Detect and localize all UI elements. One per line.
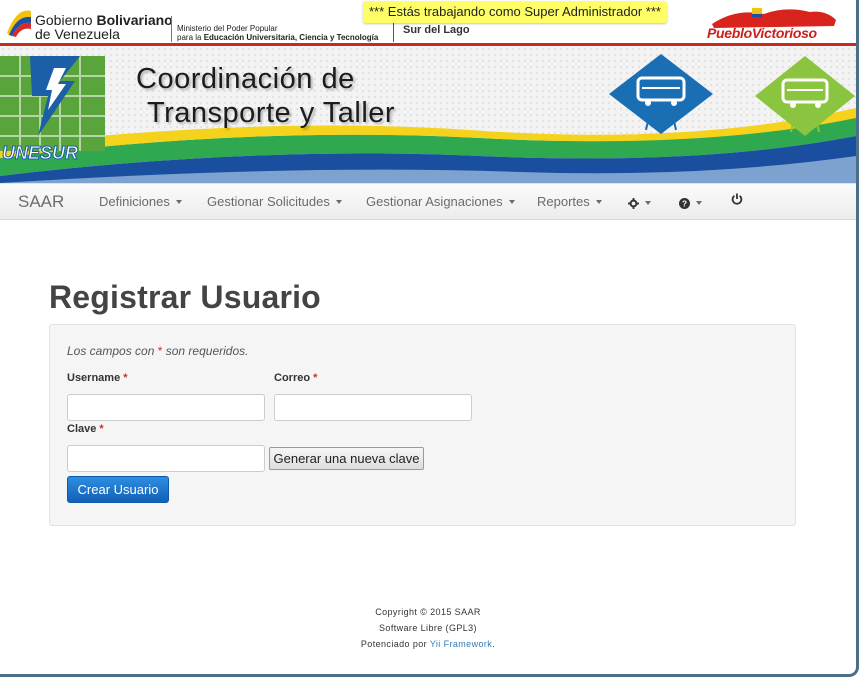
government-name: Gobierno Bolivariano de Venezuela bbox=[35, 12, 173, 42]
venezuela-flag-icon bbox=[7, 10, 31, 37]
nav-definiciones[interactable]: Definiciones bbox=[99, 194, 182, 209]
settings-menu[interactable] bbox=[628, 195, 651, 210]
clave-input[interactable] bbox=[67, 445, 265, 472]
government-header: Gobierno Bolivariano de Venezuela Minist… bbox=[0, 0, 856, 46]
caret-down-icon bbox=[335, 199, 342, 204]
caret-down-icon bbox=[696, 200, 702, 205]
clave-label: Clave * bbox=[67, 423, 104, 435]
banner-title: Coordinación de Transporte y Taller bbox=[136, 63, 396, 129]
header-divider bbox=[171, 16, 172, 42]
username-label: Username * bbox=[67, 372, 128, 384]
correo-input[interactable] bbox=[274, 394, 472, 421]
generate-password-button[interactable]: Generar una nueva clave bbox=[269, 447, 424, 470]
yii-framework-link[interactable]: Yii Framework bbox=[430, 639, 492, 649]
nav-gestionar-asignaciones[interactable]: Gestionar Asignaciones bbox=[366, 194, 515, 209]
unesur-logo-text: UNESUR bbox=[1, 143, 79, 164]
crear-usuario-button[interactable]: Crear Usuario bbox=[67, 476, 169, 503]
brand-link[interactable]: SAAR bbox=[18, 192, 64, 212]
caret-down-icon bbox=[175, 199, 182, 204]
banner-graphic bbox=[0, 46, 856, 183]
footer-license: Software Libre (GPL3) bbox=[379, 623, 477, 633]
footer: Copyright © 2015 SAAR Software Libre (GP… bbox=[0, 604, 856, 652]
gear-icon bbox=[628, 198, 639, 210]
logout-button[interactable] bbox=[731, 193, 743, 208]
nav-gestionar-solicitudes[interactable]: Gestionar Solicitudes bbox=[207, 194, 342, 209]
caret-down-icon bbox=[595, 199, 602, 204]
super-admin-banner: *** Estás trabajando como Super Administ… bbox=[363, 1, 667, 23]
nav-reportes[interactable]: Reportes bbox=[537, 194, 602, 209]
page-title: Registrar Usuario bbox=[49, 279, 321, 315]
ministry-name: Ministerio del Poder Popular para la Edu… bbox=[177, 24, 379, 42]
site-banner: UNESUR Coordinación de Transporte y Tall… bbox=[0, 46, 856, 183]
help-menu[interactable]: ? bbox=[679, 195, 702, 210]
required-note: Los campos con * son requeridos. bbox=[67, 344, 249, 358]
help-icon: ? bbox=[679, 198, 690, 210]
power-icon bbox=[731, 193, 743, 205]
main-navbar: SAAR Definiciones Gestionar Solicitudes … bbox=[0, 183, 856, 220]
footer-powered: Potenciado por Yii Framework. bbox=[360, 639, 496, 649]
footer-copyright: Copyright © 2015 SAAR bbox=[375, 607, 481, 617]
svg-text:?: ? bbox=[682, 200, 687, 209]
username-input[interactable] bbox=[67, 394, 265, 421]
correo-label: Correo * bbox=[274, 372, 318, 384]
caret-down-icon bbox=[645, 200, 651, 205]
region-name: Sur del Lago bbox=[403, 24, 470, 36]
pueblo-victorioso-text: PuebloVictorioso bbox=[707, 25, 817, 41]
caret-down-icon bbox=[508, 199, 515, 204]
